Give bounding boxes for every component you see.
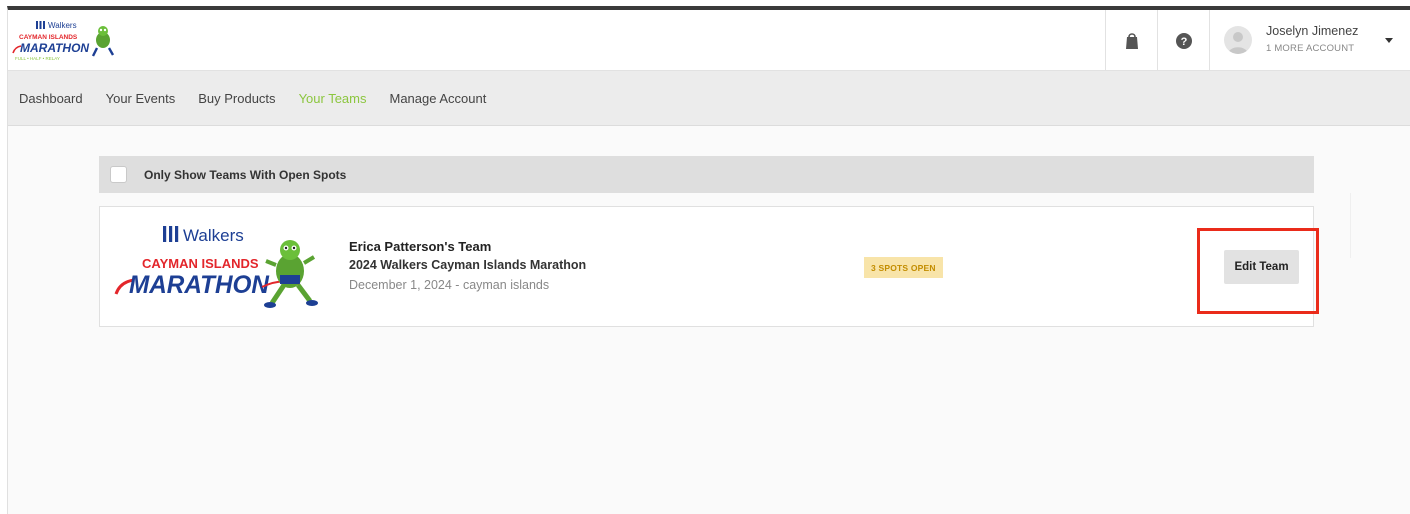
event-logo-line2: MARATHON (129, 271, 270, 299)
logo-line1: CAYMAN ISLANDS (19, 34, 78, 41)
open-spots-checkbox[interactable] (110, 166, 127, 183)
event-logo: Walkers CAYMAN ISLANDS MARATHON (112, 219, 322, 315)
nav-manage-account[interactable]: Manage Account (390, 91, 487, 106)
nav-dashboard[interactable]: Dashboard (19, 91, 83, 106)
nav-your-events[interactable]: Your Events (106, 91, 176, 106)
logo-line2: MARATHON (20, 41, 89, 55)
open-spots-filter: Only Show Teams With Open Spots (99, 156, 1314, 193)
user-avatar-icon (1224, 26, 1252, 54)
team-card: Walkers CAYMAN ISLANDS MARATHON Erica Pa… (99, 206, 1314, 327)
shopping-bag-icon (1125, 32, 1138, 49)
scroll-track (1350, 193, 1351, 258)
marathon-logo-graphic: Walkers CAYMAN ISLANDS MARATHON FULL • H… (12, 21, 115, 61)
event-name: 2024 Walkers Cayman Islands Marathon (349, 258, 587, 272)
app-frame: Walkers CAYMAN ISLANDS MARATHON FULL • H… (7, 6, 1410, 514)
nav-your-teams[interactable]: Your Teams (299, 91, 367, 106)
event-logo-line1: CAYMAN ISLANDS (142, 256, 259, 271)
user-name: Joselyn Jimenez (1266, 24, 1359, 38)
logo-tagline: FULL • HALF • RELAY (15, 56, 60, 61)
main-nav: Dashboard Your Events Buy Products Your … (8, 71, 1410, 126)
spots-open-badge: 3 SPOTS OPEN (864, 257, 943, 278)
more-accounts-label[interactable]: 1 MORE ACCOUNT (1266, 43, 1354, 54)
cart-button[interactable] (1105, 10, 1157, 71)
edit-team-button[interactable]: Edit Team (1224, 250, 1299, 284)
team-name: Erica Patterson's Team (349, 239, 492, 254)
caret-down-icon[interactable] (1385, 38, 1393, 43)
event-logo-brand: Walkers (183, 226, 244, 245)
help-button[interactable]: ? (1157, 10, 1209, 71)
logo-brand: Walkers (48, 21, 77, 30)
event-date-location: December 1, 2024 - cayman islands (349, 278, 550, 292)
marathon-logo[interactable]: Walkers CAYMAN ISLANDS MARATHON FULL • H… (11, 16, 121, 64)
event-logo-graphic: Walkers CAYMAN ISLANDS MARATHON (114, 226, 318, 308)
svg-text:?: ? (1180, 36, 1187, 48)
open-spots-label: Only Show Teams With Open Spots (144, 167, 347, 182)
nav-buy-products[interactable]: Buy Products (198, 91, 275, 106)
user-menu[interactable]: Joselyn Jimenez 1 MORE ACCOUNT (1209, 10, 1410, 71)
top-header: Walkers CAYMAN ISLANDS MARATHON FULL • H… (8, 10, 1410, 71)
help-icon: ? (1175, 32, 1192, 49)
